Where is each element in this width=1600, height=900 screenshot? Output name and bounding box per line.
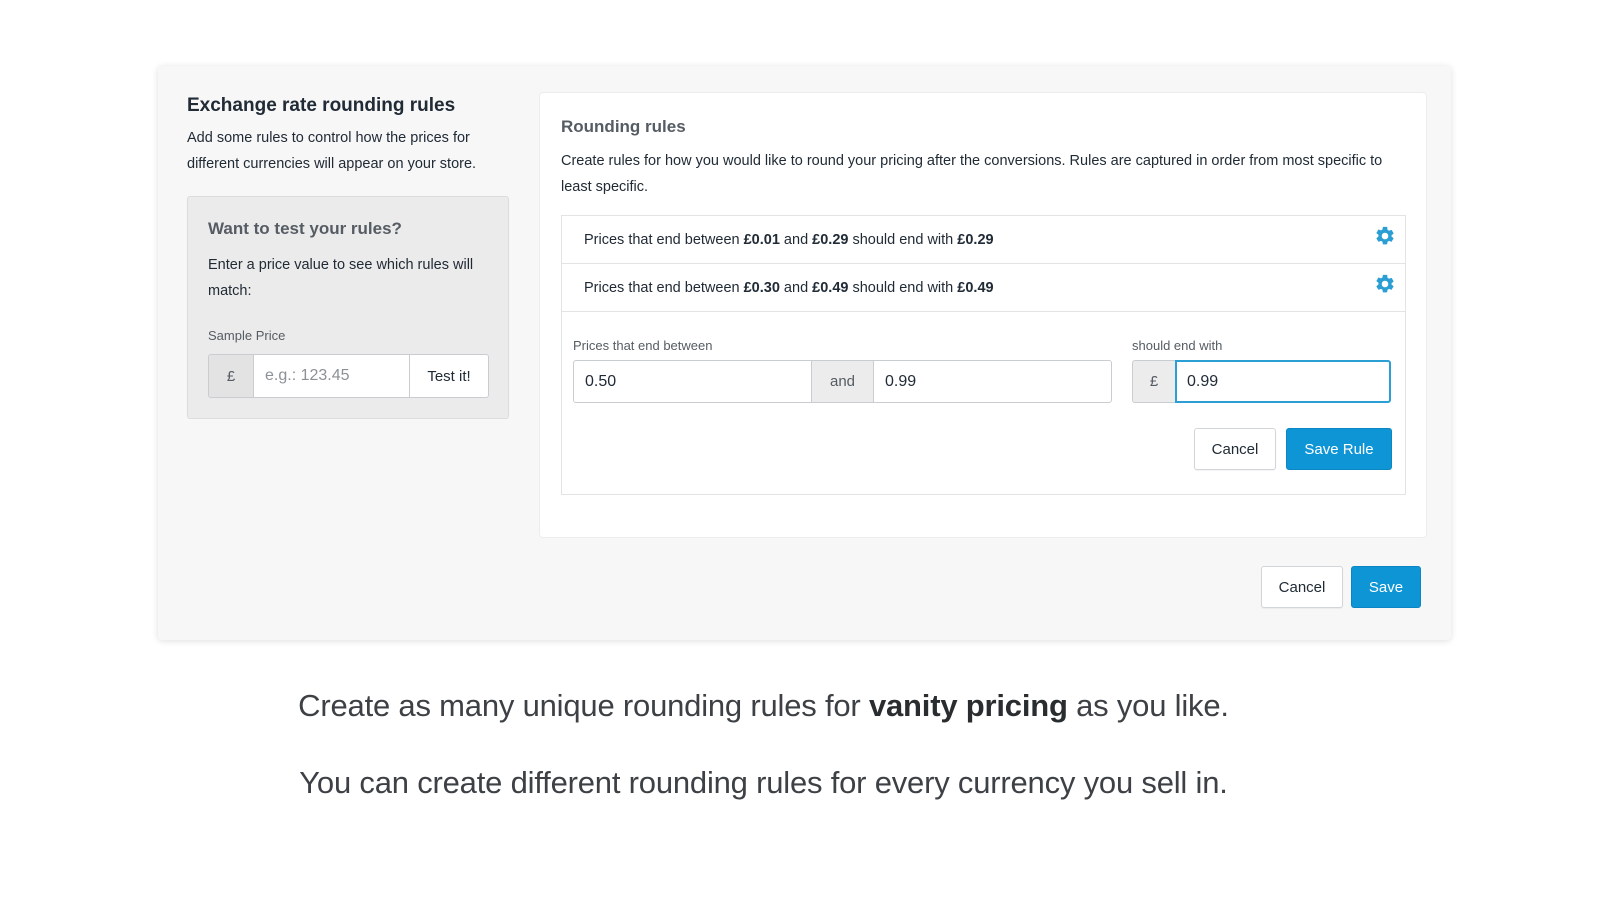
rule-row: Prices that end between £0.30 and £0.49 … (562, 264, 1405, 312)
caption-line-2: You can create different rounding rules … (299, 765, 1228, 800)
save-button[interactable]: Save (1351, 566, 1421, 608)
test-it-button[interactable]: Test it! (410, 354, 489, 398)
rule-and: and (779, 279, 813, 296)
caption-highlight: vanity pricing (868, 688, 1068, 723)
rules-list: Prices that end between £0.01 and £0.29 … (561, 215, 1406, 495)
sample-price-group: £ Test it! (208, 354, 489, 398)
caption-line-1: Create as many unique rounding rules for… (0, 688, 1527, 724)
rule-to: £0.49 (812, 279, 849, 296)
rule-from: £0.30 (743, 279, 780, 296)
gear-icon[interactable] (1374, 273, 1396, 295)
rounding-rules-title: Rounding rules (561, 117, 686, 136)
between-label: Prices that end between (573, 338, 713, 353)
rule-from: £0.01 (743, 231, 780, 248)
rounding-rules-description: Create rules for how you would like to r… (561, 153, 1383, 195)
rule-and: and (779, 231, 813, 248)
sample-price-input[interactable] (253, 354, 410, 398)
rule-text: Prices that end between (584, 231, 744, 248)
section-title: Exchange rate rounding rules (187, 95, 456, 116)
settings-card: Exchange rate rounding rules Add some ru… (158, 66, 1451, 640)
new-rule-form: Prices that end between and should end w… (562, 312, 1405, 494)
end-with-label: should end with (1132, 338, 1223, 353)
currency-addon: £ (208, 354, 253, 398)
rule-end: £0.49 (957, 279, 994, 296)
test-rules-title: Want to test your rules? (208, 219, 402, 238)
caption-text: as you like. (1067, 688, 1229, 723)
sample-price-label: Sample Price (208, 328, 286, 343)
caption-text: Create as many unique rounding rules for (298, 688, 869, 723)
rule-text: Prices that end between (584, 279, 744, 296)
left-column: Exchange rate rounding rules Add some ru… (187, 94, 509, 177)
rounding-rules-panel: Rounding rules Create rules for how you … (540, 93, 1426, 537)
gear-icon[interactable] (1374, 225, 1396, 247)
end-value-input[interactable] (1175, 360, 1391, 403)
and-addon: and (812, 360, 873, 403)
rule-row: Prices that end between £0.01 and £0.29 … (562, 216, 1405, 264)
save-rule-button[interactable]: Save Rule (1286, 428, 1392, 470)
cancel-rule-button[interactable]: Cancel (1194, 428, 1276, 470)
from-value-input[interactable] (573, 360, 812, 403)
test-rules-box: Want to test your rules? Enter a price v… (187, 196, 509, 419)
currency-addon: £ (1132, 360, 1175, 403)
rule-text: should end with (848, 231, 958, 248)
rule-end: £0.29 (957, 231, 994, 248)
to-value-input[interactable] (873, 360, 1112, 403)
section-description: Add some rules to control how the prices… (187, 130, 477, 172)
rule-text: should end with (848, 279, 958, 296)
rule-to: £0.29 (812, 231, 849, 248)
cancel-button[interactable]: Cancel (1261, 566, 1343, 608)
test-rules-description: Enter a price value to see which rules w… (208, 257, 474, 299)
